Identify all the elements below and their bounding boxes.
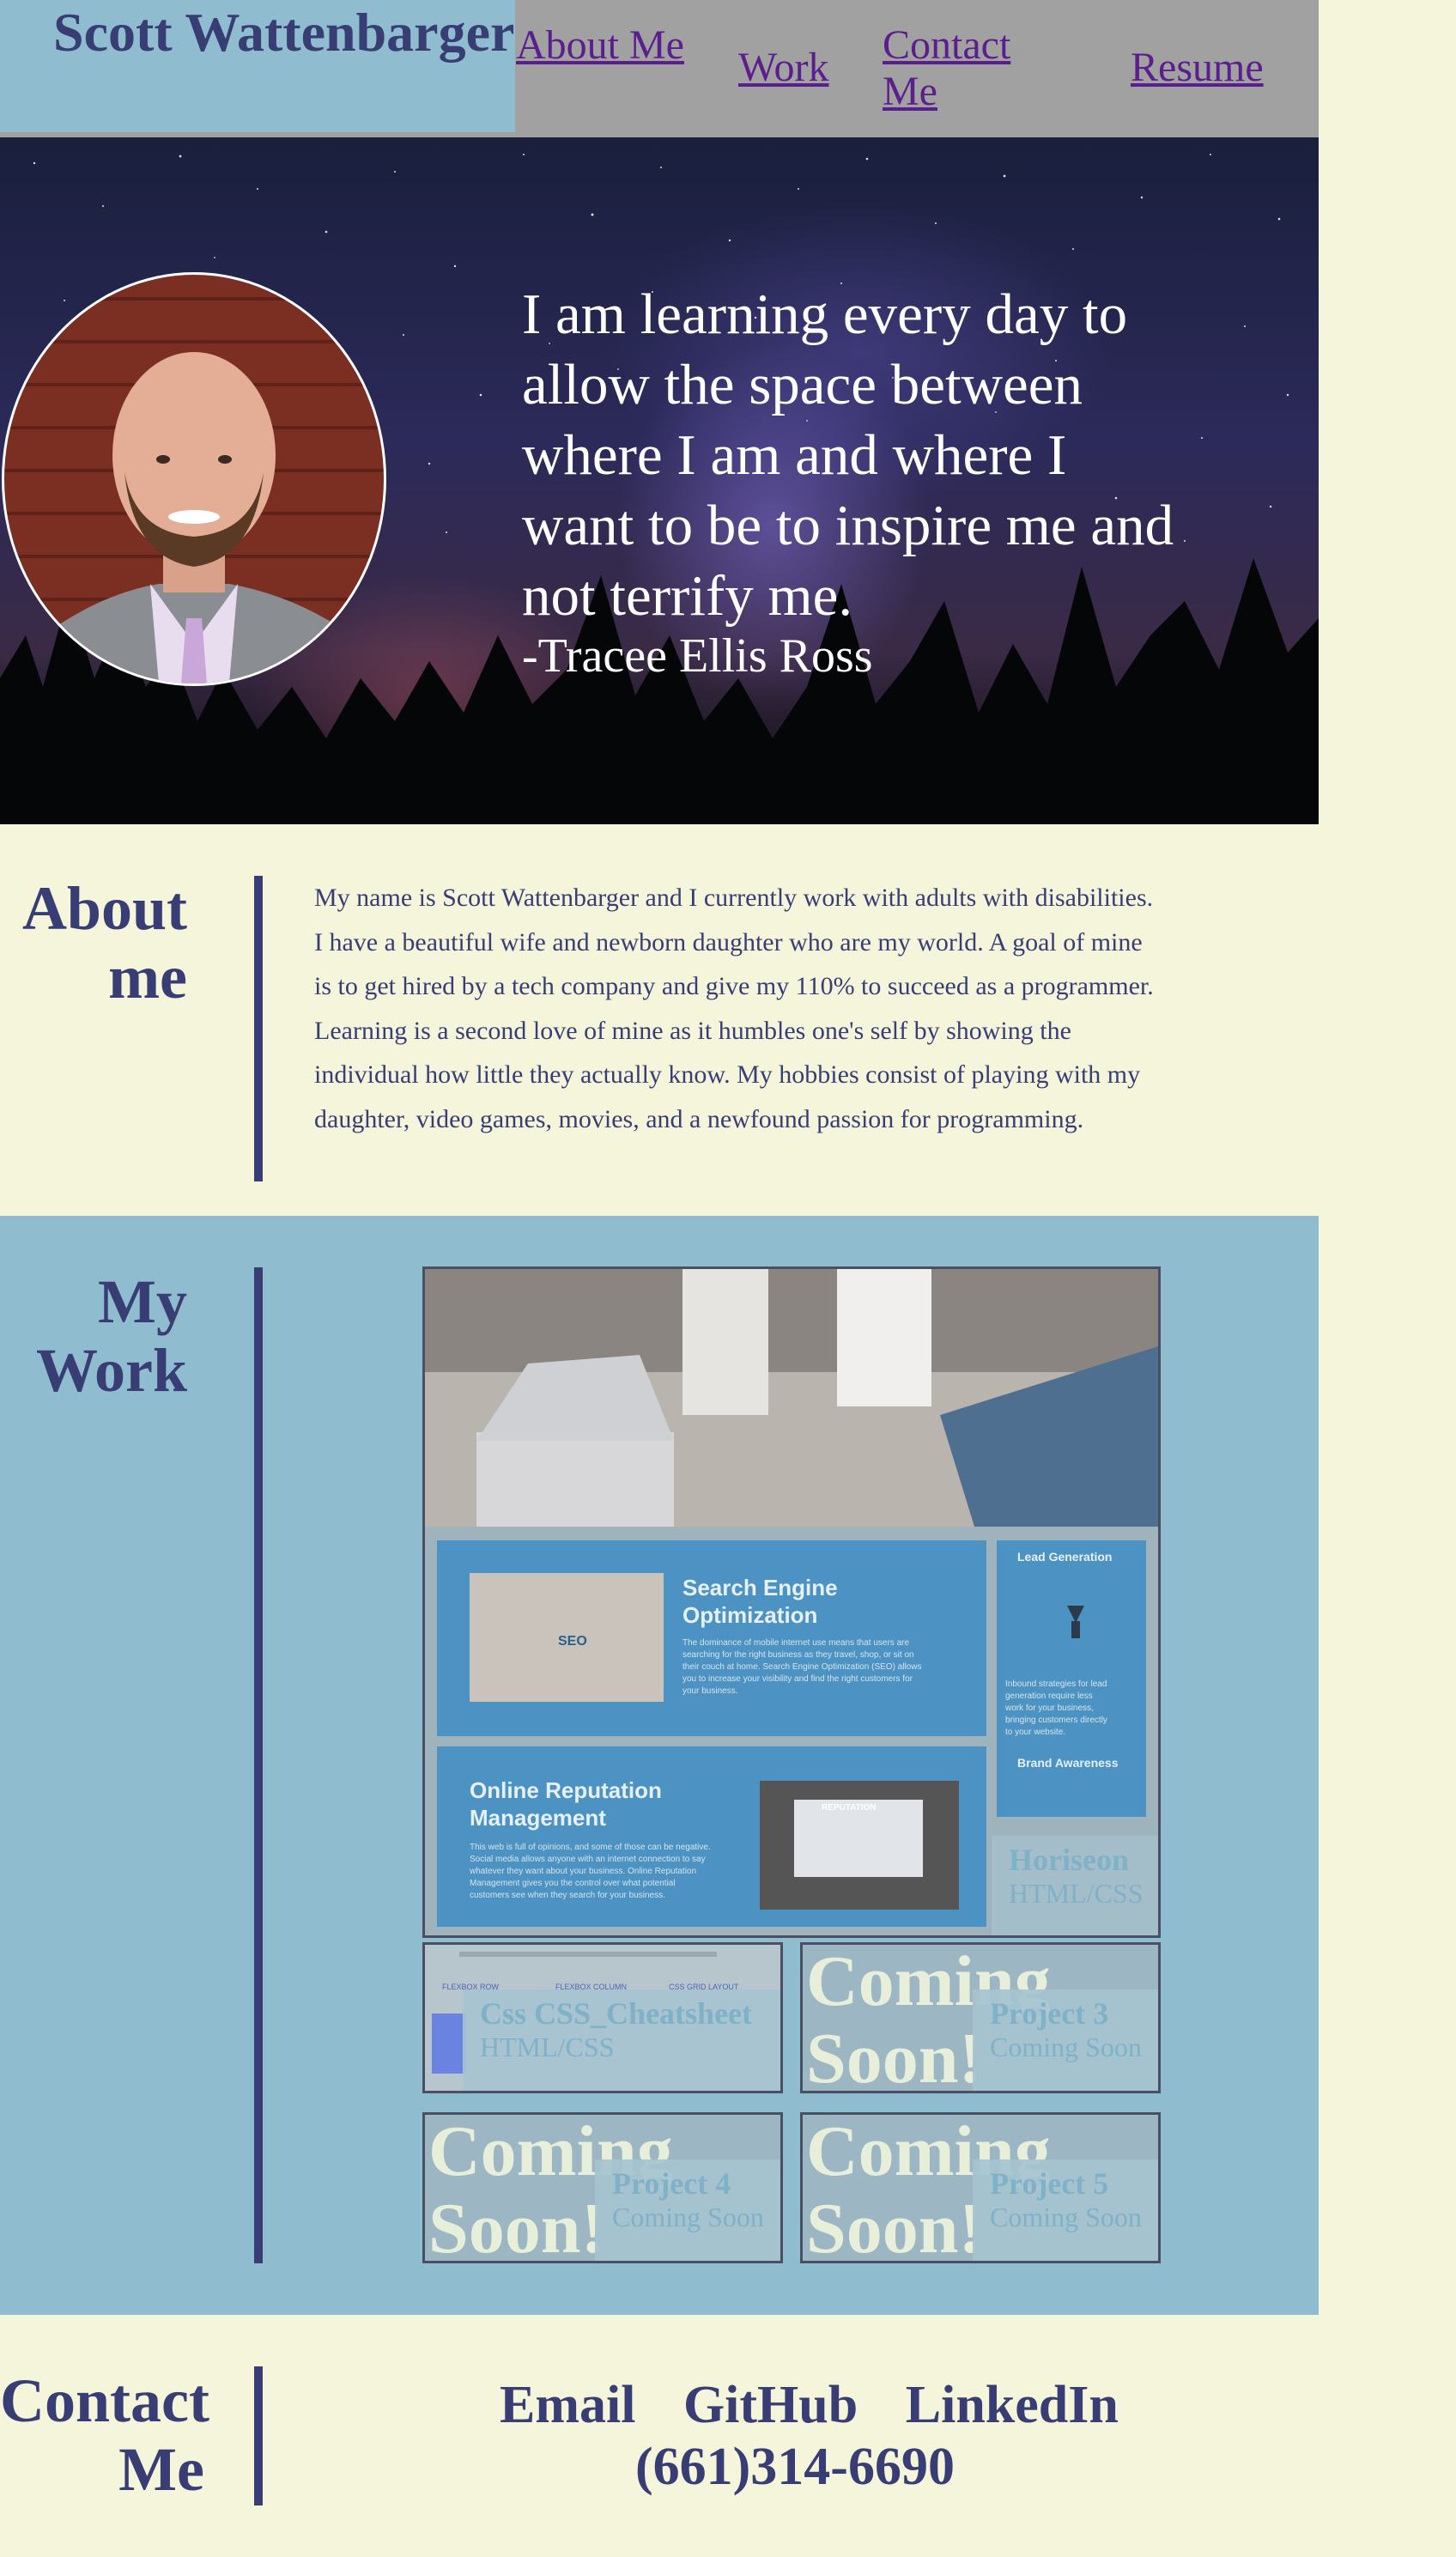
cheatsheet-label: Css CSS_Cheatsheet HTML/CSS (463, 1989, 780, 2091)
project-card-3[interactable]: Coming Soon! Project 3 Coming Soon (800, 1942, 1161, 2093)
project-title: Project 3 (990, 1996, 1109, 2031)
project-title: Project 4 (612, 2166, 731, 2201)
work-divider (254, 1267, 263, 2263)
project-tech: HTML/CSS (480, 2032, 615, 2062)
contact-phone: (661)314-6690 (635, 2438, 955, 2496)
project-card-5[interactable]: Coming Soon! Project 5 Coming Soon (800, 2112, 1161, 2263)
project-title: Project 5 (990, 2166, 1109, 2201)
work-section: My Work Search Engine Optimization Onlin… (0, 1216, 1319, 2315)
contact-github-link[interactable]: GitHub (683, 2376, 858, 2434)
brand-title: Brand Awareness (1017, 1756, 1119, 1770)
reputation-badge: REPUTATION (822, 1803, 877, 1813)
svg-text:bringing customers directly: bringing customers directly (1005, 1716, 1107, 1725)
about-text: My name is Scott Wattenbarger and I curr… (314, 884, 1154, 1133)
project-title: Horiseon (1009, 1843, 1129, 1877)
lead-title: Lead Generation (1017, 1550, 1112, 1564)
profile-photo (2, 272, 386, 686)
project-card-cheatsheet[interactable]: FLEXBOX ROW FLEXBOX COLUMN CSS GRID LAYO… (422, 1942, 783, 2093)
contact-linkedin-link[interactable]: LinkedIn (906, 2376, 1119, 2434)
svg-text:Optimization: Optimization (682, 1602, 817, 1628)
seo-badge: SEO (558, 1634, 587, 1649)
svg-text:you to increase your visibilit: you to increase your visibility and find… (682, 1674, 913, 1684)
project-5-label: Project 5 Coming Soon (973, 2159, 1158, 2261)
svg-text:work for your business,: work for your business, (1004, 1704, 1094, 1713)
svg-text:This web is full of opinions,: This web is full of opinions, and some o… (470, 1843, 711, 1852)
svg-text:The dominance of mobile intern: The dominance of mobile internet use mea… (682, 1638, 909, 1648)
svg-text:your business.: your business. (682, 1686, 737, 1696)
svg-text:to your website.: to your website. (1005, 1728, 1065, 1737)
brand-name: Scott Wattenbarger (53, 2, 515, 63)
project-tech: Coming Soon (612, 2202, 764, 2232)
project-3-label: Project 3 Coming Soon (973, 1989, 1158, 2091)
seo-title: Search Engine (682, 1575, 838, 1600)
svg-text:Social media allows anyone wit: Social media allows anyone with an inter… (470, 1855, 706, 1864)
svg-text:their couch at home. Search En: their couch at home. Search Engine Optim… (682, 1662, 921, 1672)
nav-contact-me[interactable]: Contact Me (883, 22, 1054, 115)
nav-about-me[interactable]: About Me (516, 22, 688, 69)
about-heading: About me (21, 874, 187, 1011)
nav-work[interactable]: Work (738, 45, 828, 91)
svg-text:generation require less: generation require less (1005, 1692, 1093, 1701)
svg-text:Inbound strategies for lead: Inbound strategies for lead (1005, 1679, 1107, 1689)
svg-text:searching for the right busine: searching for the right business as they… (682, 1650, 914, 1660)
nav-resume[interactable]: Resume (1131, 45, 1264, 91)
project-title: Css CSS_Cheatsheet (480, 1996, 753, 2031)
hero-quote-author: -Tracee Ellis Ross (522, 629, 873, 683)
site-header: Scott Wattenbarger About Me Work Contact… (0, 0, 1319, 137)
contact-email-link[interactable]: Email (500, 2376, 635, 2434)
svg-text:customers see when they search: customers see when they search for your … (470, 1891, 665, 1900)
orm-title: Online Reputation (470, 1777, 662, 1803)
brand-block: Scott Wattenbarger (0, 0, 515, 132)
project-tech: HTML/CSS (1009, 1878, 1144, 1909)
contact-divider (254, 2366, 263, 2505)
svg-text:Management gives you the contr: Management gives you the control over wh… (470, 1879, 676, 1888)
svg-text:Management: Management (470, 1805, 606, 1831)
work-heading: My Work (35, 1267, 187, 1405)
svg-text:whatever they want about your: whatever they want about your business. … (469, 1867, 696, 1876)
project-card-horiseon[interactable]: Search Engine Optimization Online Reputa… (422, 1266, 1161, 1938)
horiseon-label: Horiseon HTML/CSS (992, 1836, 1158, 1935)
project-tech: Coming Soon (990, 2032, 1142, 2062)
hero-banner: I am learning every day to allow the spa… (0, 137, 1319, 824)
profile-portrait-icon (39, 352, 356, 683)
about-divider (254, 876, 263, 1181)
project-tech: Coming Soon (990, 2202, 1142, 2232)
contact-heading: Contact Me (0, 2366, 209, 2504)
contact-links: Email GitHub LinkedIn (500, 2375, 1153, 2435)
project-card-4[interactable]: Coming Soon! Project 4 Coming Soon (422, 2112, 783, 2263)
hero-quote: I am learning every day to allow the spa… (522, 282, 1174, 628)
project-4-label: Project 4 Coming Soon (595, 2159, 780, 2261)
